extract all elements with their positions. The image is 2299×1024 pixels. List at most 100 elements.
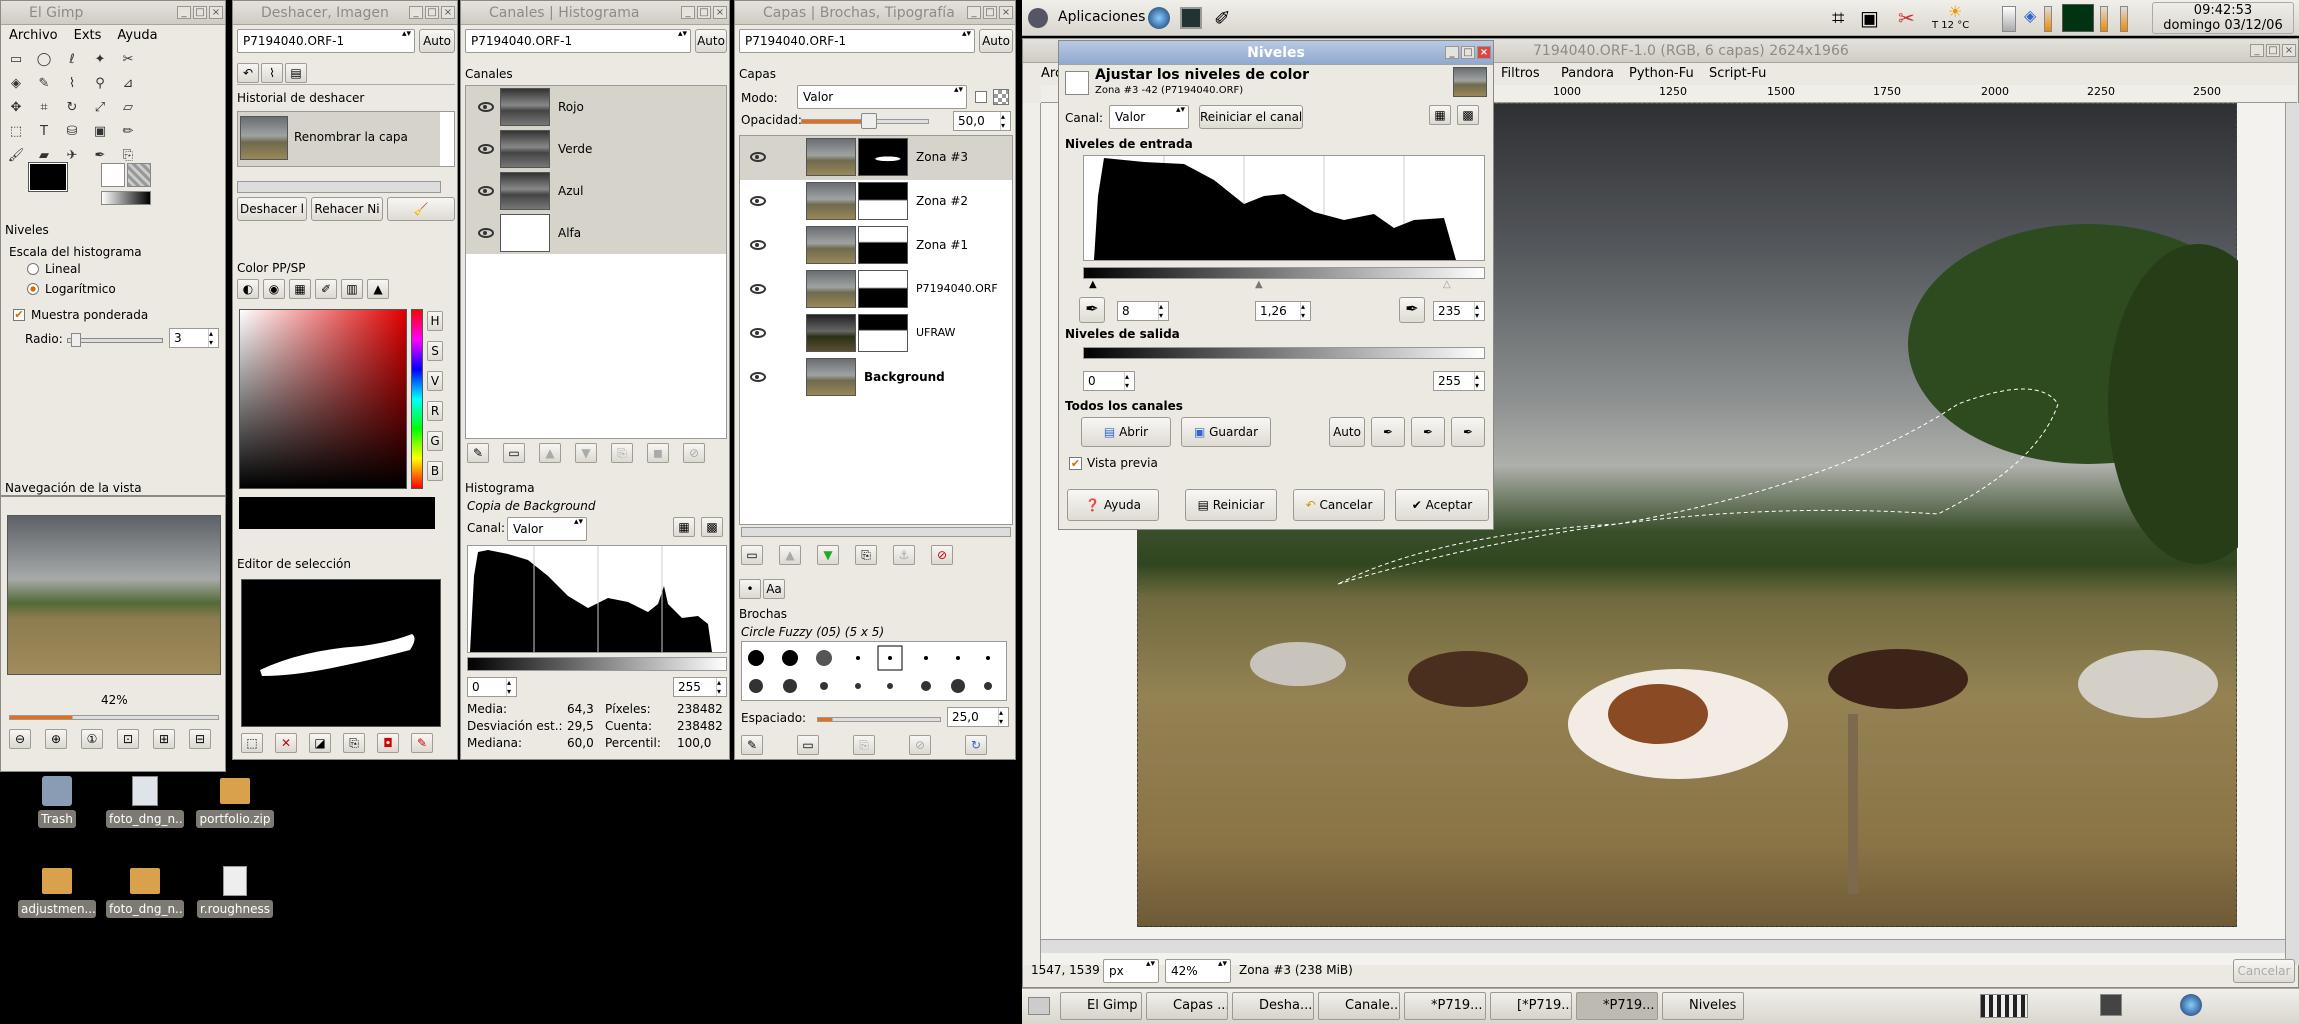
- shrink-wrap-icon[interactable]: ⊟: [189, 729, 211, 749]
- vertical-scrollbar[interactable]: [2285, 103, 2299, 965]
- channel-g-button[interactable]: G: [427, 431, 443, 451]
- desktop-icon-roughness[interactable]: r.roughness: [196, 866, 274, 921]
- raise-layer-icon[interactable]: ▲: [779, 545, 801, 565]
- hue-strip[interactable]: [411, 309, 423, 489]
- help-button[interactable]: ❓ Ayuda: [1067, 489, 1159, 521]
- layer-row-background[interactable]: Background: [740, 356, 1012, 400]
- linear-hist-icon[interactable]: ▦: [673, 517, 695, 537]
- preview-checkbox[interactable]: ✔: [1069, 457, 1082, 470]
- color-triangle-icon[interactable]: ▲: [367, 279, 389, 299]
- maximize-icon[interactable]: □: [697, 6, 711, 19]
- unit-combo[interactable]: px: [1103, 959, 1159, 983]
- linear-radio[interactable]: [27, 263, 39, 275]
- close-icon[interactable]: ×: [209, 6, 223, 19]
- channel-r-button[interactable]: R: [427, 401, 443, 421]
- task-niveles[interactable]: Niveles: [1662, 992, 1744, 1020]
- invert-selection-icon[interactable]: ◪: [309, 733, 331, 753]
- rect-select-icon[interactable]: ▭: [5, 49, 27, 71]
- undo-auto-button[interactable]: Auto: [419, 29, 455, 53]
- workspace-switcher[interactable]: [1980, 994, 2028, 1018]
- layer-row-orf[interactable]: P7194040.ORF: [740, 268, 1012, 312]
- edit-brush-icon[interactable]: ✎: [741, 735, 763, 755]
- navigation-preview[interactable]: [7, 515, 221, 675]
- menu-exts[interactable]: Exts: [74, 28, 102, 43]
- camera-icon[interactable]: ▣: [1860, 6, 1879, 30]
- channels-image-combo[interactable]: P7194040.ORF-1: [465, 29, 691, 53]
- save-channel-icon[interactable]: ⎘: [343, 733, 365, 753]
- selection-preview[interactable]: [241, 579, 441, 727]
- gray-picker-icon[interactable]: ✒: [1411, 417, 1445, 447]
- eye-icon[interactable]: [750, 372, 766, 382]
- shear-icon[interactable]: ▱: [117, 97, 139, 119]
- log-hist-icon[interactable]: ▩: [1457, 105, 1479, 125]
- zoom-icon[interactable]: ⚲: [89, 73, 111, 95]
- channel-to-selection-icon[interactable]: ◼: [647, 443, 669, 463]
- crop-icon[interactable]: ⌗: [33, 97, 55, 119]
- task-deshacer[interactable]: Desha...: [1232, 992, 1314, 1020]
- desktop-icon-adjustments[interactable]: adjustmen...: [18, 866, 96, 921]
- rotate-icon[interactable]: ↻: [61, 97, 83, 119]
- channel-h-button[interactable]: H: [427, 311, 443, 331]
- tab-tools-icon[interactable]: ▤: [285, 63, 307, 83]
- vertical-ruler[interactable]: [1023, 103, 1041, 965]
- channel-row-green[interactable]: Verde: [466, 128, 726, 170]
- eye-icon[interactable]: [750, 196, 766, 206]
- opacity-input[interactable]: 50,0: [953, 111, 1011, 131]
- gamma-handle[interactable]: ▲: [1255, 279, 1263, 290]
- paths-icon[interactable]: ✎: [33, 73, 55, 95]
- eye-icon[interactable]: [478, 144, 494, 154]
- gradient-preview[interactable]: [101, 191, 151, 205]
- histogram-low-input[interactable]: 0: [467, 677, 517, 697]
- web-browser-icon[interactable]: [1148, 7, 1170, 29]
- close-icon[interactable]: ×: [441, 6, 455, 19]
- layer-mode-combo[interactable]: Valor: [797, 85, 967, 109]
- undo-history-item[interactable]: Renombrar la capa: [238, 112, 440, 166]
- anchor-layer-icon[interactable]: ⚓: [893, 545, 915, 565]
- color-sv-square[interactable]: [239, 309, 407, 489]
- duplicate-layer-icon[interactable]: ⎘: [855, 545, 877, 565]
- levels-channel-combo[interactable]: Valor: [1109, 105, 1189, 129]
- cancel-button[interactable]: ↶ Cancelar: [1293, 489, 1385, 521]
- channels-auto-button[interactable]: Auto: [695, 29, 727, 53]
- radius-slider-handle[interactable]: [71, 333, 81, 347]
- eye-icon[interactable]: [478, 102, 494, 112]
- task-image-2[interactable]: [*P719...: [1490, 992, 1572, 1020]
- new-brush-icon[interactable]: ▭: [797, 735, 819, 755]
- eye-icon[interactable]: [478, 228, 494, 238]
- select-none-icon[interactable]: ✕: [275, 733, 297, 753]
- open-levels-button[interactable]: ▤ Abrir: [1081, 417, 1171, 447]
- delete-brush-icon[interactable]: ⊘: [909, 735, 931, 755]
- layer-row-zona1[interactable]: Zona #1: [740, 224, 1012, 268]
- pencil-icon[interactable]: ✏: [117, 121, 139, 143]
- channel-v-button[interactable]: V: [427, 371, 443, 391]
- lower-channel-icon[interactable]: ▼: [575, 443, 597, 463]
- minimize-icon[interactable]: _: [409, 6, 423, 19]
- clear-undo-icon[interactable]: 🧹: [387, 197, 455, 221]
- blend-icon[interactable]: ▣: [89, 121, 111, 143]
- stroke-selection-icon[interactable]: ✎: [411, 733, 433, 753]
- close-icon[interactable]: ×: [1477, 46, 1491, 59]
- new-channel-icon[interactable]: ▭: [503, 443, 525, 463]
- minimize-icon[interactable]: _: [177, 6, 191, 19]
- brush-preview[interactable]: [101, 163, 125, 187]
- scale-icon[interactable]: ⤢: [89, 97, 111, 119]
- maximize-icon[interactable]: □: [425, 6, 439, 19]
- channel-row-blue[interactable]: Azul: [466, 170, 726, 212]
- show-desktop-icon[interactable]: [1028, 997, 1050, 1015]
- input-low-spin[interactable]: 8: [1117, 301, 1169, 321]
- duplicate-channel-icon[interactable]: ⎘: [611, 443, 633, 463]
- tab-paths-icon[interactable]: ⌇: [261, 63, 283, 83]
- menu-archivo[interactable]: Archivo: [9, 28, 58, 43]
- layer-row-zona3[interactable]: Zona #3: [740, 136, 1012, 180]
- ellipse-select-icon[interactable]: ◯: [33, 49, 55, 71]
- eye-icon[interactable]: [750, 240, 766, 250]
- zoom-in-icon[interactable]: ⊕: [45, 729, 67, 749]
- eye-icon[interactable]: [750, 328, 766, 338]
- input-high-spin[interactable]: 235: [1433, 301, 1485, 321]
- input-gamma-spin[interactable]: 1,26: [1255, 301, 1311, 321]
- histogram-high-input[interactable]: 255: [673, 677, 727, 697]
- desktop-icon-foto2[interactable]: foto_dng_n...: [106, 866, 184, 921]
- fuzzy-select-icon[interactable]: ✦: [89, 49, 111, 71]
- tray-icon[interactable]: [2100, 994, 2122, 1016]
- eye-icon[interactable]: [750, 152, 766, 162]
